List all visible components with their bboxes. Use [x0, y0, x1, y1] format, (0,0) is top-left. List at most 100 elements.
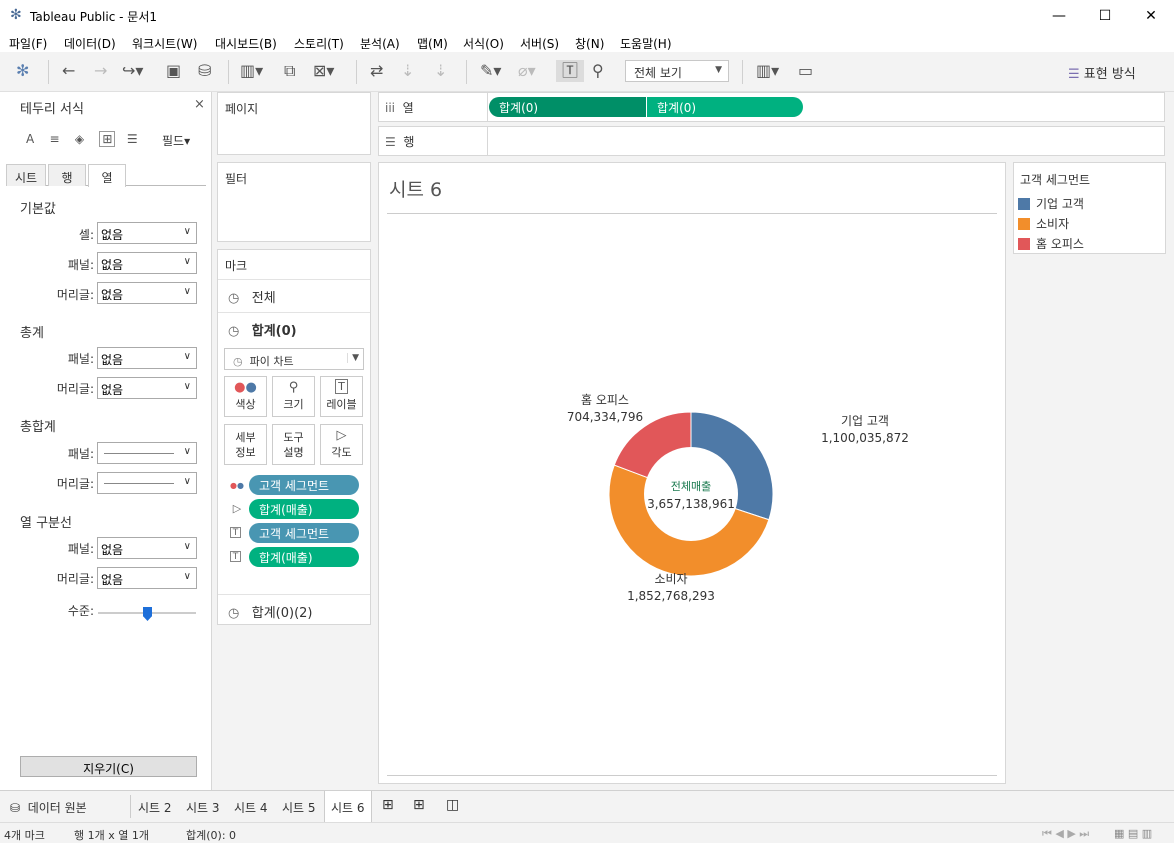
- columns-shelf[interactable]: iii 열 합계(0) 합계(0): [378, 92, 1165, 122]
- menu-window[interactable]: 창(N): [575, 35, 604, 52]
- new-datasource-icon[interactable]: ⛁: [198, 62, 211, 80]
- filters-shelf[interactable]: 필터: [217, 162, 371, 242]
- label-button[interactable]: T 레이블: [320, 376, 363, 417]
- redo-icon[interactable]: →: [94, 62, 107, 80]
- tab-rows[interactable]: 행: [48, 164, 86, 186]
- level-label: 수준:: [67, 604, 94, 618]
- card-layout-icon[interactable]: ▥▾: [756, 62, 779, 80]
- close-window-button[interactable]: ✕: [1128, 0, 1174, 32]
- marks-sum0-2-label: 합계(0)(2): [251, 606, 313, 621]
- fix-axes-icon[interactable]: ⚲: [592, 62, 604, 80]
- donut-chart[interactable]: 전체매출 3,657,138,961 기업 고객 1,100,035,872 소비자…: [379, 163, 1007, 785]
- sales-angle-pill[interactable]: 합계(매출): [249, 499, 359, 519]
- clear-sheet-icon[interactable]: ⊠▾: [313, 62, 334, 80]
- new-story-icon[interactable]: ◫: [446, 791, 459, 822]
- size-button[interactable]: ⚲ 크기: [272, 376, 315, 417]
- new-worksheet-icon[interactable]: ⊞: [382, 791, 394, 822]
- default-pane-dropdown[interactable]: 없음 ∨: [97, 252, 197, 274]
- swap-rows-columns-icon[interactable]: ⇄: [370, 62, 383, 80]
- marks-all-row[interactable]: ◷ 전체: [228, 287, 276, 306]
- borders-format-icon[interactable]: ⊞: [99, 131, 116, 147]
- center-label: 전체매출: [671, 480, 711, 493]
- angle-icon: ▷: [232, 502, 242, 515]
- level-slider[interactable]: [98, 607, 196, 621]
- default-cell-dropdown[interactable]: 없음 ∨: [97, 222, 197, 244]
- maximize-button[interactable]: ☐: [1082, 0, 1128, 32]
- new-worksheet-icon[interactable]: ▥▾: [240, 62, 263, 80]
- segment-label-pill[interactable]: 고객 세그먼트: [249, 523, 359, 543]
- columns-icon: iii: [385, 101, 396, 115]
- tab-sheet-6[interactable]: 시트 6: [324, 791, 372, 822]
- field-dropdown[interactable]: 필드▾: [162, 132, 190, 149]
- menu-story[interactable]: 스토리(T): [294, 35, 344, 52]
- fit-view-select[interactable]: 전체 보기 ▼: [625, 60, 729, 82]
- font-format-icon[interactable]: A: [26, 132, 34, 146]
- show-mark-labels-icon[interactable]: 🅃: [556, 60, 584, 82]
- sort-descending-icon[interactable]: ⇣: [434, 62, 447, 80]
- menu-server[interactable]: 서버(S): [520, 35, 559, 52]
- section-totals: 총계: [20, 326, 44, 341]
- show-me-label: 표현 방식: [1083, 67, 1136, 82]
- legend-item-consumer[interactable]: 소비자: [1018, 215, 1069, 232]
- grand-totals-pane-line-dropdown[interactable]: ∨: [97, 442, 197, 464]
- column-pill-sum0[interactable]: 합계(0): [489, 97, 646, 117]
- sort-ascending-icon[interactable]: ⇣: [401, 62, 414, 80]
- slider-thumb[interactable]: [143, 607, 152, 621]
- rows-shelf[interactable]: ☰ 행: [378, 126, 1165, 156]
- data-source-tab[interactable]: ⛁ 데이터 원본: [10, 791, 87, 822]
- sheet-navigation-icons[interactable]: ⏮ ◀ ▶ ⏭: [1042, 827, 1089, 841]
- tableau-start-icon[interactable]: ✻: [16, 62, 29, 80]
- menu-worksheet[interactable]: 워크시트(W): [132, 35, 197, 52]
- undo-icon[interactable]: ←: [62, 62, 75, 80]
- grand-totals-header-line-dropdown[interactable]: ∨: [97, 472, 197, 494]
- show-me-button[interactable]: ☰ 표현 방식: [1068, 63, 1136, 82]
- tab-sheet-3[interactable]: 시트 3: [186, 791, 220, 822]
- menu-help[interactable]: 도움말(H): [620, 35, 672, 52]
- legend-item-corporate[interactable]: 기업 고객: [1018, 195, 1084, 212]
- shading-format-icon[interactable]: ◈: [75, 132, 84, 146]
- totals-header-dropdown[interactable]: 없음 ∨: [97, 377, 197, 399]
- close-icon[interactable]: ×: [194, 97, 205, 112]
- mark-type-select[interactable]: ◷ 파이 차트 ▼: [224, 348, 364, 370]
- segment-color-pill[interactable]: 고객 세그먼트: [249, 475, 359, 495]
- alignment-format-icon[interactable]: ≡: [49, 132, 59, 146]
- divider-header-dropdown[interactable]: 없음 ∨: [97, 567, 197, 589]
- sales-label-pill[interactable]: 합계(매출): [249, 547, 359, 567]
- tab-sheet-5[interactable]: 시트 5: [282, 791, 316, 822]
- column-pill-sum0-dual[interactable]: 합계(0): [647, 97, 803, 117]
- menu-map[interactable]: 맵(M): [417, 35, 448, 52]
- legend-item-home-office[interactable]: 홈 오피스: [1018, 235, 1084, 252]
- replay-icon[interactable]: ↪▾: [122, 62, 143, 80]
- highlight-icon[interactable]: ✎▾: [480, 62, 501, 80]
- marks-sum0-2-row[interactable]: ◷ 합계(0)(2): [228, 602, 313, 621]
- totals-pane-dropdown[interactable]: 없음 ∨: [97, 347, 197, 369]
- rows-icon: ☰: [385, 135, 396, 149]
- pages-shelf[interactable]: 페이지: [217, 92, 371, 155]
- duplicate-sheet-icon[interactable]: ⧉: [284, 62, 295, 80]
- presentation-mode-icon[interactable]: ▭: [798, 62, 813, 80]
- tab-sheet[interactable]: 시트: [6, 164, 46, 186]
- save-icon[interactable]: ▣: [166, 62, 181, 80]
- menu-format[interactable]: 서식(O): [463, 35, 504, 52]
- view-mode-icons[interactable]: ▦ ▤ ▥: [1114, 827, 1152, 840]
- minimize-button[interactable]: —: [1036, 0, 1082, 32]
- group-members-icon[interactable]: ⌀▾: [518, 62, 536, 80]
- menu-analysis[interactable]: 분석(A): [360, 35, 400, 52]
- tab-columns[interactable]: 열: [88, 164, 126, 187]
- lines-format-icon[interactable]: ☰: [127, 132, 138, 146]
- detail-button[interactable]: 세부 정보: [224, 424, 267, 465]
- menu-file[interactable]: 파일(F): [9, 35, 47, 52]
- menu-dashboard[interactable]: 대시보드(B): [215, 35, 277, 52]
- angle-button[interactable]: ▷ 각도: [320, 424, 363, 465]
- marks-sum0-row[interactable]: ◷ 합계(0): [228, 320, 297, 339]
- tab-sheet-2[interactable]: 시트 2: [138, 791, 172, 822]
- columns-shelf-label: iii 열: [385, 99, 414, 116]
- divider-pane-dropdown[interactable]: 없음 ∨: [97, 537, 197, 559]
- menu-data[interactable]: 데이터(D): [64, 35, 116, 52]
- clear-button[interactable]: 지우기(C): [20, 756, 197, 777]
- color-button[interactable]: ●● 색상: [224, 376, 267, 417]
- tooltip-button[interactable]: 도구 설명: [272, 424, 315, 465]
- default-header-dropdown[interactable]: 없음 ∨: [97, 282, 197, 304]
- tab-sheet-4[interactable]: 시트 4: [234, 791, 268, 822]
- new-dashboard-icon[interactable]: ⊞: [413, 791, 425, 822]
